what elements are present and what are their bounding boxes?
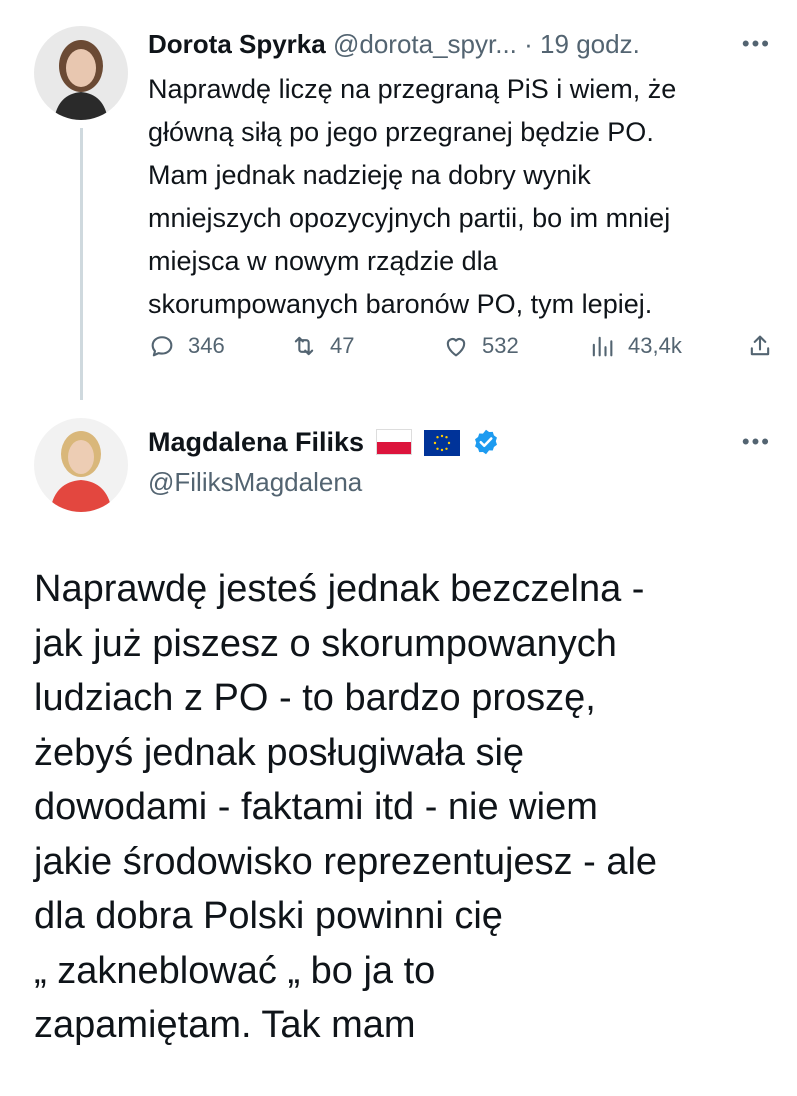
reply-icon: [151, 336, 173, 357]
separator-dot: ·: [524, 29, 533, 59]
poland-flag-icon: [376, 429, 413, 455]
tweet1-action-bar: 346 47 532 43,4k: [148, 328, 778, 364]
tweet1-header: Dorota Spyrka @dorota_spyr... · 19 godz.: [148, 26, 777, 62]
retweet-icon: [294, 336, 314, 356]
views-button[interactable]: 43,4k: [588, 328, 682, 364]
retweet-button[interactable]: 47: [290, 328, 354, 364]
author-name[interactable]: Magdalena Filiks: [148, 424, 364, 460]
retweet-count: 47: [330, 333, 355, 358]
tweet1-text: Naprawdę liczę na przegraną PiS i wiem, …: [148, 74, 677, 319]
eu-flag-icon: [424, 429, 461, 456]
verified-badge-icon: [472, 428, 500, 456]
reply-count: 346: [188, 333, 225, 358]
share-icon: [750, 335, 770, 356]
author-handle[interactable]: @dorota_spyr...: [333, 29, 517, 59]
heart-icon: [446, 338, 466, 357]
author-name[interactable]: Dorota Spyrka: [148, 29, 326, 59]
share-button[interactable]: [746, 328, 774, 364]
author-handle[interactable]: @FiliksMagdalena: [148, 464, 362, 500]
tweet-time[interactable]: 19 godz.: [540, 29, 640, 59]
reply-button[interactable]: 346: [148, 328, 225, 364]
tweet2-text: Naprawdę jesteś jednak bezczelna - jak j…: [34, 568, 658, 1046]
avatar-magdalena[interactable]: [34, 418, 128, 512]
views-count: 43,4k: [628, 333, 682, 358]
views-chart-icon: [592, 336, 613, 357]
more-options-icon[interactable]: •••: [742, 424, 771, 460]
thread-connector-line: [80, 128, 83, 400]
more-options-icon[interactable]: •••: [742, 26, 771, 62]
avatar-dorota[interactable]: [34, 26, 128, 120]
like-button[interactable]: 532: [442, 328, 519, 364]
like-count: 532: [482, 333, 519, 358]
tweet2-header: Magdalena Filiks: [148, 424, 500, 460]
